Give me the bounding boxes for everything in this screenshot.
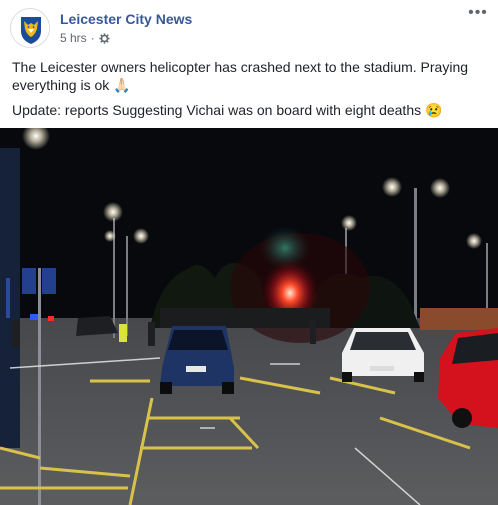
post-timestamp[interactable]: 5 hrs bbox=[60, 31, 87, 45]
page-name-link[interactable]: Leicester City News bbox=[60, 11, 192, 27]
post-text-line: Update: reports Suggesting Vichai was on… bbox=[12, 101, 486, 119]
car-park-fire-photo bbox=[0, 128, 498, 505]
blue-car bbox=[160, 326, 234, 394]
post-meta: 5 hrs · bbox=[60, 31, 110, 45]
page-avatar[interactable] bbox=[10, 8, 50, 48]
leicester-fox-crest-icon bbox=[12, 10, 49, 47]
post-text-line-2: Update: reports Suggesting Vichai was on… bbox=[12, 102, 422, 118]
meta-separator: · bbox=[90, 31, 95, 45]
post-text: The Leicester owners helicopter has cras… bbox=[12, 58, 486, 126]
facebook-post: Leicester City News 5 hrs · ••• The Leic… bbox=[0, 0, 498, 505]
post-text-line-1: The Leicester owners helicopter has cras… bbox=[12, 59, 469, 93]
white-car bbox=[342, 328, 424, 382]
post-text-line: The Leicester owners helicopter has cras… bbox=[12, 58, 486, 94]
post-photo[interactable] bbox=[0, 128, 498, 505]
praying-hands-emoji: 🙏🏻 bbox=[113, 77, 131, 93]
globe-gear-icon[interactable] bbox=[99, 32, 110, 44]
post-header: Leicester City News 5 hrs · ••• bbox=[10, 5, 490, 50]
more-options-icon[interactable]: ••• bbox=[466, 5, 490, 26]
crying-face-emoji: 😢 bbox=[425, 102, 443, 118]
